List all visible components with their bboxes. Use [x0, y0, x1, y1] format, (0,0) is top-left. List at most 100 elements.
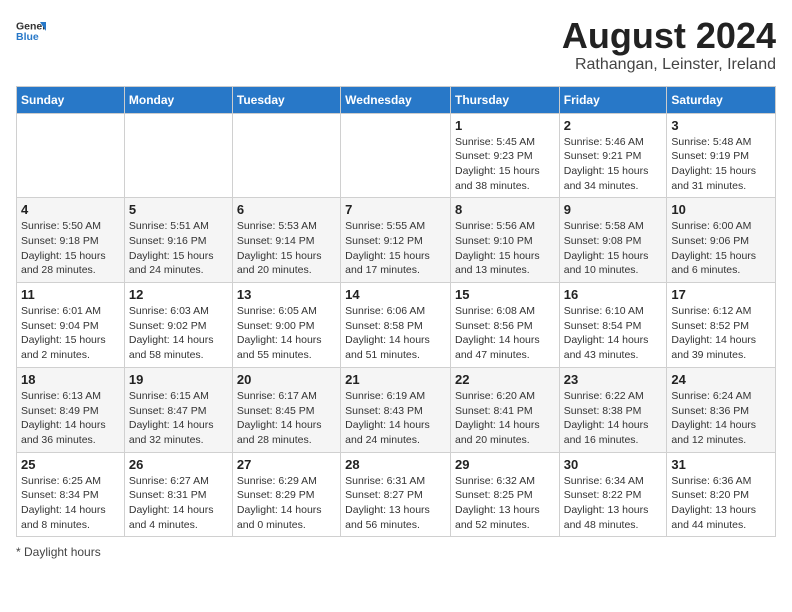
main-title: August 2024	[562, 16, 776, 56]
day-number: 7	[345, 202, 446, 217]
logo-icon: General Blue	[16, 16, 46, 46]
day-info: Sunrise: 5:51 AM Sunset: 9:16 PM Dayligh…	[129, 219, 228, 278]
day-number: 8	[455, 202, 555, 217]
calendar-cell: 6Sunrise: 5:53 AM Sunset: 9:14 PM Daylig…	[232, 198, 340, 283]
calendar-cell: 9 Sunrise: 5:58 AM Sunset: 9:08 PM Daylig…	[559, 198, 667, 283]
calendar-cell: 18Sunrise: 6:13 AM Sunset: 8:49 PM Dayli…	[17, 367, 125, 452]
calendar-cell: 15 Sunrise: 6:08 AM Sunset: 8:56 PM Dayli…	[450, 283, 559, 368]
day-info: Sunrise: 6:24 AM Sunset: 8:36 PM Dayligh…	[671, 389, 771, 448]
day-info: Sunrise: 6:27 AM Sunset: 8:31 PM Dayligh…	[129, 474, 228, 533]
day-number: 28	[345, 457, 446, 472]
day-header-tuesday: Tuesday	[232, 86, 340, 113]
calendar-cell: 3 Sunrise: 5:48 AM Sunset: 9:19 PM Daylig…	[667, 113, 776, 198]
day-info: Sunrise: 6:06 AM Sunset: 8:58 PM Dayligh…	[345, 304, 446, 363]
day-number: 19	[129, 372, 228, 387]
day-number: 22	[455, 372, 555, 387]
day-number: 21	[345, 372, 446, 387]
calendar-cell: 1Sunrise: 5:45 AM Sunset: 9:23 PM Daylig…	[450, 113, 559, 198]
day-info: Sunrise: 5:45 AM Sunset: 9:23 PM Dayligh…	[455, 135, 555, 194]
day-header-friday: Friday	[559, 86, 667, 113]
calendar-cell: 27 Sunrise: 6:29 AM Sunset: 8:29 PM Dayli…	[232, 452, 340, 537]
calendar-cell: 28 Sunrise: 6:31 AM Sunset: 8:27 PM Dayli…	[341, 452, 451, 537]
calendar-week-2: 4Sunrise: 5:50 AM Sunset: 9:18 PM Daylig…	[17, 198, 776, 283]
calendar-cell: 25 Sunrise: 6:25 AM Sunset: 8:34 PM Dayli…	[17, 452, 125, 537]
calendar-cell: 7 Sunrise: 5:55 AM Sunset: 9:12 PM Daylig…	[341, 198, 451, 283]
day-info: Sunrise: 6:36 AM Sunset: 8:20 PM Dayligh…	[671, 474, 771, 533]
day-info: Sunrise: 6:01 AM Sunset: 9:04 PM Dayligh…	[21, 304, 120, 363]
day-number: 13	[237, 287, 336, 302]
day-info: Sunrise: 6:25 AM Sunset: 8:34 PM Dayligh…	[21, 474, 120, 533]
calendar-cell: 8 Sunrise: 5:56 AM Sunset: 9:10 PM Daylig…	[450, 198, 559, 283]
day-info: Sunrise: 5:56 AM Sunset: 9:10 PM Dayligh…	[455, 219, 555, 278]
day-info: Sunrise: 5:46 AM Sunset: 9:21 PM Dayligh…	[564, 135, 663, 194]
calendar-cell: 22 Sunrise: 6:20 AM Sunset: 8:41 PM Dayli…	[450, 367, 559, 452]
day-info: Sunrise: 6:08 AM Sunset: 8:56 PM Dayligh…	[455, 304, 555, 363]
calendar-body: 1Sunrise: 5:45 AM Sunset: 9:23 PM Daylig…	[17, 113, 776, 537]
day-number: 20	[237, 372, 336, 387]
day-info: Sunrise: 5:55 AM Sunset: 9:12 PM Dayligh…	[345, 219, 446, 278]
calendar-week-4: 18Sunrise: 6:13 AM Sunset: 8:49 PM Dayli…	[17, 367, 776, 452]
calendar-cell	[341, 113, 451, 198]
calendar-cell: 10 Sunrise: 6:00 AM Sunset: 9:06 PM Dayli…	[667, 198, 776, 283]
calendar-header-row: SundayMondayTuesdayWednesdayThursdayFrid…	[17, 86, 776, 113]
day-number: 30	[564, 457, 663, 472]
calendar-cell: 5 Sunrise: 5:51 AM Sunset: 9:16 PM Daylig…	[124, 198, 232, 283]
subtitle: Rathangan, Leinster, Ireland	[562, 56, 776, 74]
calendar-cell: 16Sunrise: 6:10 AM Sunset: 8:54 PM Dayli…	[559, 283, 667, 368]
day-header-wednesday: Wednesday	[341, 86, 451, 113]
title-area: August 2024 Rathangan, Leinster, Ireland	[562, 16, 776, 74]
day-number: 15	[455, 287, 555, 302]
day-number: 6	[237, 202, 336, 217]
day-number: 9	[564, 202, 663, 217]
calendar-cell: 2Sunrise: 5:46 AM Sunset: 9:21 PM Daylig…	[559, 113, 667, 198]
calendar-cell: 30 Sunrise: 6:34 AM Sunset: 8:22 PM Dayli…	[559, 452, 667, 537]
day-number: 29	[455, 457, 555, 472]
day-number: 10	[671, 202, 771, 217]
calendar-cell	[232, 113, 340, 198]
calendar-week-5: 25 Sunrise: 6:25 AM Sunset: 8:34 PM Dayli…	[17, 452, 776, 537]
calendar-cell: 20 Sunrise: 6:17 AM Sunset: 8:45 PM Dayli…	[232, 367, 340, 452]
day-header-sunday: Sunday	[17, 86, 125, 113]
calendar-cell: 14Sunrise: 6:06 AM Sunset: 8:58 PM Dayli…	[341, 283, 451, 368]
day-info: Sunrise: 6:03 AM Sunset: 9:02 PM Dayligh…	[129, 304, 228, 363]
calendar-cell: 23 Sunrise: 6:22 AM Sunset: 8:38 PM Dayli…	[559, 367, 667, 452]
day-info: Sunrise: 6:31 AM Sunset: 8:27 PM Dayligh…	[345, 474, 446, 533]
day-header-monday: Monday	[124, 86, 232, 113]
day-number: 23	[564, 372, 663, 387]
calendar-cell: 29Sunrise: 6:32 AM Sunset: 8:25 PM Dayli…	[450, 452, 559, 537]
day-info: Sunrise: 6:20 AM Sunset: 8:41 PM Dayligh…	[455, 389, 555, 448]
footer-text: Daylight hours	[24, 545, 101, 559]
day-info: Sunrise: 5:48 AM Sunset: 9:19 PM Dayligh…	[671, 135, 771, 194]
day-info: Sunrise: 6:22 AM Sunset: 8:38 PM Dayligh…	[564, 389, 663, 448]
calendar-cell: 24Sunrise: 6:24 AM Sunset: 8:36 PM Dayli…	[667, 367, 776, 452]
day-number: 12	[129, 287, 228, 302]
calendar-cell: 11 Sunrise: 6:01 AM Sunset: 9:04 PM Dayli…	[17, 283, 125, 368]
calendar-table: SundayMondayTuesdayWednesdayThursdayFrid…	[16, 86, 776, 538]
day-number: 27	[237, 457, 336, 472]
calendar-week-1: 1Sunrise: 5:45 AM Sunset: 9:23 PM Daylig…	[17, 113, 776, 198]
calendar-cell	[124, 113, 232, 198]
day-info: Sunrise: 5:50 AM Sunset: 9:18 PM Dayligh…	[21, 219, 120, 278]
day-info: Sunrise: 6:34 AM Sunset: 8:22 PM Dayligh…	[564, 474, 663, 533]
svg-text:Blue: Blue	[16, 31, 39, 43]
day-number: 18	[21, 372, 120, 387]
calendar-cell: 19Sunrise: 6:15 AM Sunset: 8:47 PM Dayli…	[124, 367, 232, 452]
day-number: 3	[671, 118, 771, 133]
day-number: 31	[671, 457, 771, 472]
calendar-cell: 4Sunrise: 5:50 AM Sunset: 9:18 PM Daylig…	[17, 198, 125, 283]
day-number: 17	[671, 287, 771, 302]
day-info: Sunrise: 5:58 AM Sunset: 9:08 PM Dayligh…	[564, 219, 663, 278]
day-header-thursday: Thursday	[450, 86, 559, 113]
day-number: 25	[21, 457, 120, 472]
logo: General Blue	[16, 16, 46, 46]
day-info: Sunrise: 6:00 AM Sunset: 9:06 PM Dayligh…	[671, 219, 771, 278]
day-info: Sunrise: 6:29 AM Sunset: 8:29 PM Dayligh…	[237, 474, 336, 533]
footer-note: * Daylight hours	[16, 545, 776, 559]
day-number: 11	[21, 287, 120, 302]
day-number: 16	[564, 287, 663, 302]
day-info: Sunrise: 6:12 AM Sunset: 8:52 PM Dayligh…	[671, 304, 771, 363]
day-info: Sunrise: 6:17 AM Sunset: 8:45 PM Dayligh…	[237, 389, 336, 448]
calendar-cell: 17 Sunrise: 6:12 AM Sunset: 8:52 PM Dayli…	[667, 283, 776, 368]
day-number: 5	[129, 202, 228, 217]
calendar-cell	[17, 113, 125, 198]
